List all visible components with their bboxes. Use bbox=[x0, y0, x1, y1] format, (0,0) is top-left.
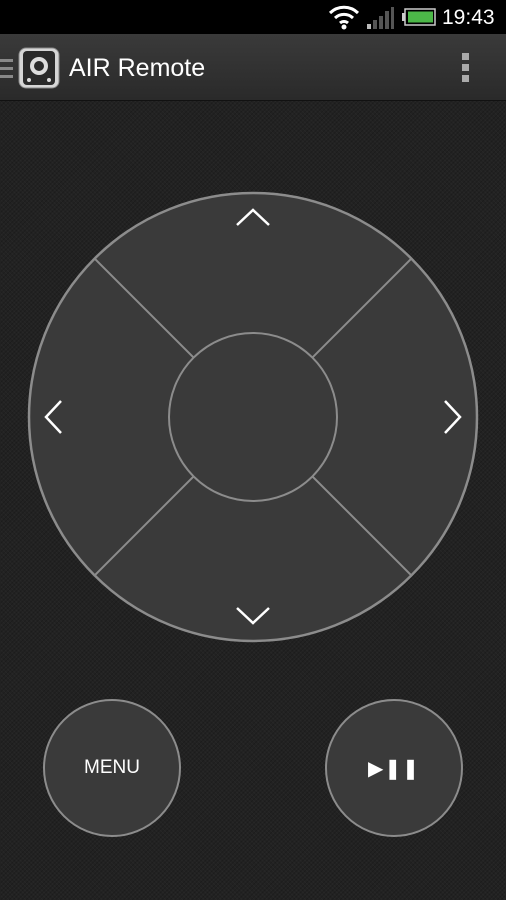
status-bar: 19:43 bbox=[0, 0, 506, 34]
play-pause-button[interactable]: ▶❚❚ bbox=[325, 699, 463, 837]
overflow-menu-icon[interactable] bbox=[454, 50, 478, 84]
signal-icon bbox=[367, 7, 394, 29]
dpad-center-button[interactable] bbox=[168, 332, 338, 502]
speaker-app-icon[interactable] bbox=[18, 47, 60, 89]
app-title: AIR Remote bbox=[69, 54, 206, 82]
menu-button[interactable]: MENU bbox=[43, 699, 181, 837]
drawer-icon[interactable] bbox=[0, 56, 14, 80]
status-time: 19:43 bbox=[442, 6, 495, 29]
action-bar: AIR Remote bbox=[0, 34, 506, 101]
wifi-icon bbox=[328, 5, 360, 30]
play-pause-icon: ▶❚❚ bbox=[368, 757, 420, 780]
dpad bbox=[27, 191, 479, 643]
battery-icon bbox=[402, 8, 436, 26]
menu-button-label: MENU bbox=[84, 757, 140, 778]
